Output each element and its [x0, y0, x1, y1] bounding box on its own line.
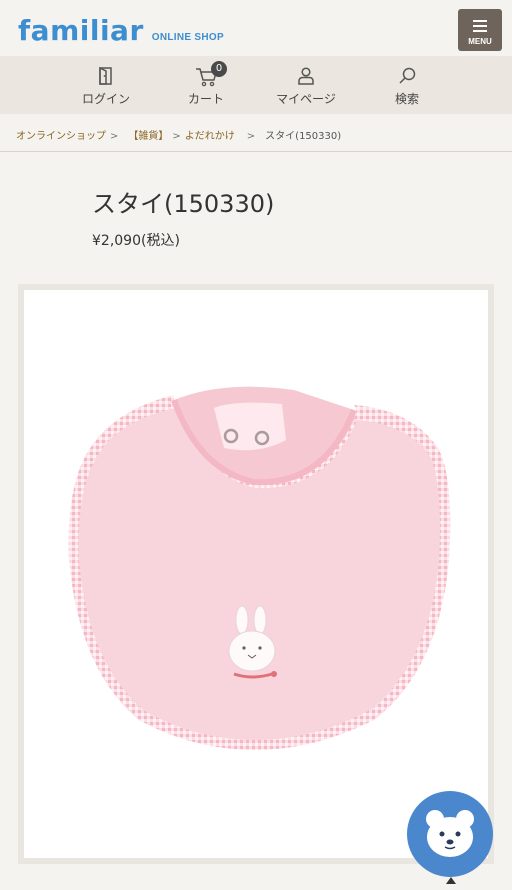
- chat-bear-button[interactable]: [407, 791, 493, 877]
- breadcrumb-item-bibs[interactable]: よだれかけ: [185, 131, 235, 142]
- menu-button[interactable]: MENU: [458, 9, 502, 51]
- scroll-to-top-arrow-icon[interactable]: [446, 877, 456, 884]
- site-header: familiar ONLINE SHOP MENU: [0, 0, 512, 56]
- nav-login-label: ログイン: [81, 92, 130, 106]
- nav-search[interactable]: 検索: [367, 56, 447, 114]
- product-image-frame: [18, 284, 494, 864]
- product-price: ¥2,090(税込): [92, 233, 180, 249]
- divider: [0, 151, 512, 152]
- site-logo[interactable]: familiar ONLINE SHOP: [18, 14, 224, 47]
- nav-cart-label: カート: [187, 92, 224, 106]
- cart-count-badge: 0: [211, 61, 227, 77]
- breadcrumb-item-goods[interactable]: 【雑貨】: [128, 131, 168, 142]
- menu-label: MENU: [468, 37, 492, 46]
- logo-wordmark: familiar: [18, 14, 144, 47]
- top-nav: ログイン 0 カート マイページ 検索: [0, 56, 512, 114]
- product-image[interactable]: [24, 290, 488, 858]
- logo-subtitle: ONLINE SHOP: [151, 32, 224, 43]
- nav-search-label: 検索: [394, 92, 419, 106]
- product-title: スタイ(150330): [92, 190, 275, 218]
- hamburger-icon: [473, 20, 487, 35]
- breadcrumb: オンラインショップ > 【雑貨】 > よだれかけ > スタイ(150330): [16, 127, 341, 142]
- bear-face-icon: [426, 810, 474, 857]
- search-icon: [399, 67, 416, 84]
- nav-mypage-label: マイページ: [276, 92, 336, 106]
- login-door-icon: [99, 66, 112, 85]
- breadcrumb-separator: >: [110, 131, 119, 142]
- nav-mypage[interactable]: マイページ: [266, 56, 346, 114]
- person-icon: [298, 67, 314, 85]
- nav-cart[interactable]: 0 カート: [166, 56, 246, 114]
- breadcrumb-item-online-shop[interactable]: オンラインショップ: [16, 131, 106, 142]
- breadcrumb-current: スタイ(150330): [265, 131, 342, 142]
- breadcrumb-separator: >: [246, 131, 256, 142]
- nav-login[interactable]: ログイン: [66, 56, 146, 114]
- breadcrumb-separator: >: [172, 131, 181, 142]
- bib-illustration: [68, 386, 451, 750]
